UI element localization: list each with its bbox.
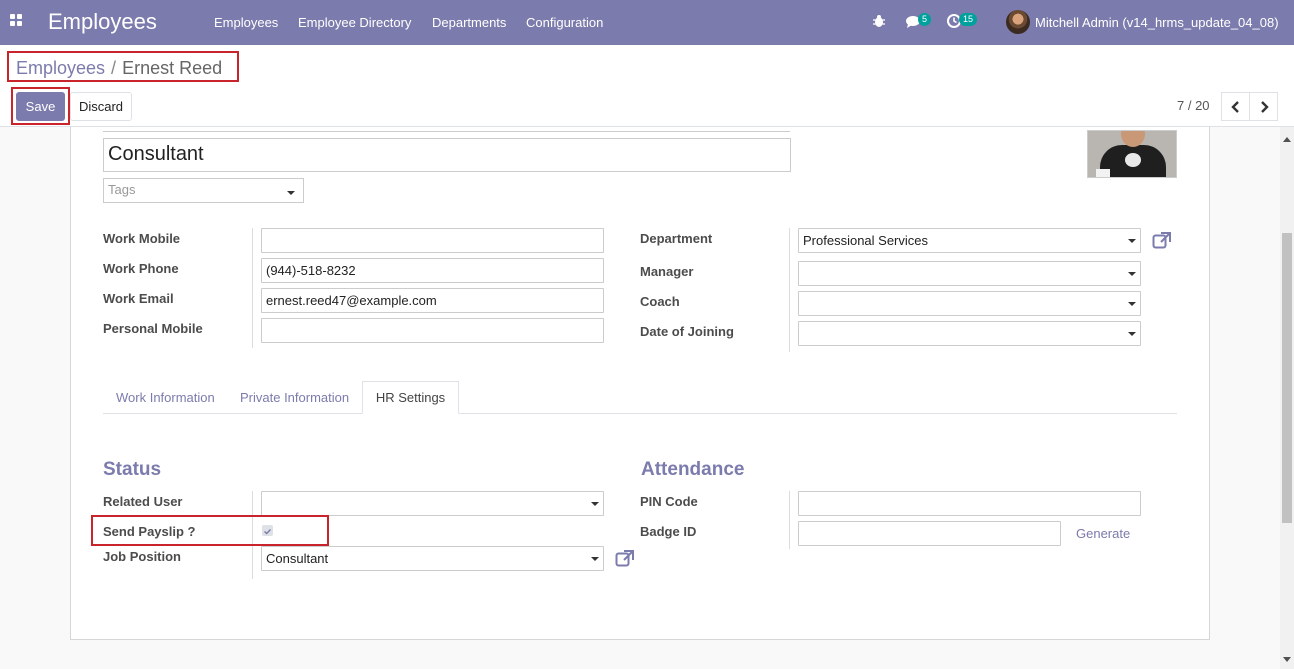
pin-code-input[interactable] [798, 491, 1141, 516]
scroll-up-arrow-icon[interactable] [1283, 137, 1291, 142]
manager-select[interactable] [798, 261, 1141, 286]
badge-id-input[interactable] [798, 521, 1061, 546]
department-select[interactable]: Professional Services [798, 228, 1141, 253]
tab-work-information[interactable]: Work Information [116, 390, 215, 405]
pin-code-label: PIN Code [640, 494, 698, 509]
related-user-select[interactable] [261, 491, 604, 516]
tab-private-information[interactable]: Private Information [240, 390, 349, 405]
menu-employee-directory[interactable]: Employee Directory [298, 15, 411, 30]
badge-id-label: Badge ID [640, 524, 697, 539]
bug-icon[interactable] [872, 14, 886, 28]
employee-photo[interactable] [1087, 130, 1177, 178]
scroll-down-arrow-icon[interactable] [1283, 657, 1291, 662]
user-avatar[interactable] [1006, 10, 1030, 34]
apps-grid-icon[interactable] [10, 14, 24, 28]
work-email-label: Work Email [103, 291, 174, 306]
left-fields-divider [252, 228, 253, 348]
personal-mobile-input[interactable] [261, 318, 604, 343]
job-position-external-link-icon[interactable] [615, 549, 635, 567]
work-phone-input[interactable]: (944)-518-8232 [261, 258, 604, 283]
pager-previous-button[interactable] [1221, 92, 1250, 121]
messages-count-badge: 5 [918, 13, 932, 26]
employee-name-field-edge [103, 130, 790, 132]
control-panel: Employees / Ernest Reed Save Discard 7 / 2… [0, 45, 1294, 127]
status-section-title: Status [103, 459, 162, 480]
menu-departments[interactable]: Departments [432, 15, 506, 30]
tab-hr-settings[interactable]: HR Settings [362, 381, 459, 414]
attendance-section-title: Attendance [641, 459, 745, 480]
personal-mobile-label: Personal Mobile [103, 321, 203, 336]
scrollbar-thumb[interactable] [1282, 233, 1292, 523]
work-email-input[interactable]: ernest.reed47@example.com [261, 288, 604, 313]
attendance-fields-divider [789, 491, 790, 549]
date-of-joining-dropdown-caret-icon[interactable] [1128, 332, 1136, 336]
department-dropdown-caret-icon[interactable] [1128, 239, 1136, 243]
related-user-label: Related User [103, 494, 183, 509]
form-scrollbar[interactable] [1280, 127, 1294, 669]
send-payslip-highlight-box [91, 515, 329, 546]
form-sheet [70, 127, 1210, 640]
discard-button[interactable]: Discard [70, 92, 132, 121]
external-link-icon[interactable] [1152, 231, 1172, 249]
coach-label: Coach [640, 294, 680, 309]
tabs-underline [103, 413, 1177, 414]
job-position-label: Job Position [103, 549, 181, 564]
job-title-input[interactable]: Consultant [103, 138, 791, 172]
generate-badge-button[interactable]: Generate [1076, 526, 1130, 541]
top-navbar: Employees Employees Employee Directory D… [0, 0, 1294, 45]
date-of-joining-select[interactable] [798, 321, 1141, 346]
right-fields-divider [789, 228, 790, 352]
pager-value[interactable]: 7 / 20 [1177, 98, 1210, 113]
coach-dropdown-caret-icon[interactable] [1128, 302, 1136, 306]
related-user-dropdown-caret-icon[interactable] [591, 502, 599, 506]
chevron-right-icon [1260, 100, 1269, 113]
coach-select[interactable] [798, 291, 1141, 316]
breadcrumb-highlight-box [7, 51, 239, 82]
save-highlight-box [11, 87, 70, 125]
work-mobile-label: Work Mobile [103, 231, 181, 246]
activities-count-badge: 15 [959, 13, 978, 26]
user-menu[interactable]: Mitchell Admin (v14_hrms_update_04_08) [1035, 15, 1279, 30]
tags-dropdown-caret-icon[interactable] [287, 191, 295, 195]
work-phone-label: Work Phone [103, 261, 179, 276]
work-mobile-input[interactable] [261, 228, 604, 253]
app-title: Employees [48, 9, 157, 34]
manager-label: Manager [640, 264, 694, 279]
job-position-select[interactable]: Consultant [261, 546, 604, 571]
job-position-dropdown-caret-icon[interactable] [591, 557, 599, 561]
department-label: Department [640, 231, 713, 246]
manager-dropdown-caret-icon[interactable] [1128, 272, 1136, 276]
pager-next-button[interactable] [1249, 92, 1278, 121]
tags-input[interactable]: Tags [103, 178, 304, 203]
menu-configuration[interactable]: Configuration [526, 15, 603, 30]
menu-employees[interactable]: Employees [214, 15, 278, 30]
date-of-joining-label: Date of Joining [640, 324, 734, 339]
chevron-left-icon [1230, 100, 1239, 113]
